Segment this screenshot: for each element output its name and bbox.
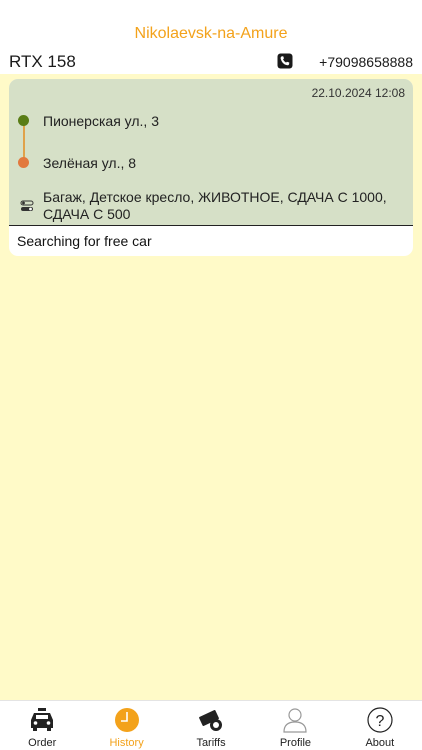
user-icon [283, 708, 308, 733]
tab-label-order: Order [28, 737, 57, 749]
phone-icon[interactable] [277, 53, 293, 69]
city-title: Nikolaevsk-na-Amure [134, 25, 288, 42]
tab-label-history: History [109, 737, 144, 749]
order-details: 22.10.2024 12:08 Пионерская ул., 3 Зелён… [9, 79, 413, 226]
tab-order[interactable]: Order [0, 701, 84, 750]
order-datetime: 22.10.2024 12:08 [311, 86, 405, 100]
tab-bar: Order History Tariffs Profile ? About [0, 700, 422, 750]
order-card[interactable]: 22.10.2024 12:08 Пионерская ул., 3 Зелён… [9, 79, 413, 256]
tariffs-icon [199, 709, 223, 731]
phone-number[interactable]: +79098658888 [319, 54, 413, 70]
tab-profile[interactable]: Profile [253, 701, 337, 750]
svg-text:?: ? [375, 713, 384, 730]
tab-about[interactable]: ? About [338, 701, 422, 750]
pickup-dot-icon [18, 115, 29, 126]
tab-label-about: About [365, 737, 395, 749]
destination-dot-icon [18, 157, 29, 168]
tab-label-profile: Profile [279, 737, 312, 749]
options-toggle-icon [20, 200, 34, 211]
question-icon: ? [367, 707, 393, 733]
header: Nikolaevsk-na-Amure RTX 158 +79098658888 [0, 0, 422, 74]
brand-name: RTX 158 [9, 52, 76, 71]
destination-address: Зелёная ул., 8 [43, 155, 137, 171]
clock-icon [114, 708, 139, 732]
app-screen: Nikolaevsk-na-Amure RTX 158 +79098658888… [0, 0, 422, 750]
route-line [23, 122, 25, 162]
tab-tariffs[interactable]: Tariffs [169, 701, 253, 750]
tab-label-tariffs: Tariffs [196, 737, 226, 749]
pickup-address: Пионерская ул., 3 [43, 113, 159, 129]
order-status: Searching for free car [17, 233, 152, 249]
order-options: Багаж, Детское кресло, ЖИВОТНОЕ, СДАЧА С… [43, 189, 387, 222]
taxi-icon [31, 708, 54, 731]
tab-history[interactable]: History [84, 701, 168, 750]
